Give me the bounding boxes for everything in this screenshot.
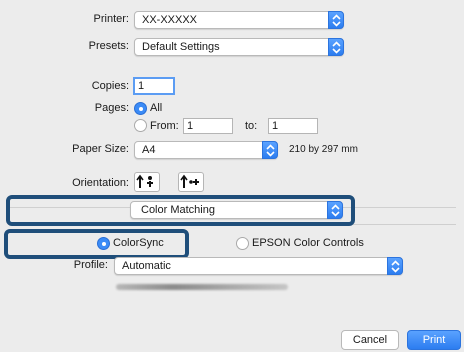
copies-label: Copies:	[91, 80, 129, 92]
pages-to-value: 1	[272, 120, 279, 132]
orientation-portrait-button[interactable]	[134, 172, 160, 192]
paper-size-stepper-icon	[262, 141, 278, 159]
pages-from-value: 1	[187, 120, 194, 132]
pages-from-label: From:	[150, 120, 179, 132]
colorsync-radio[interactable]	[97, 237, 110, 250]
profile-label: Profile:	[73, 259, 108, 271]
orientation-landscape-button[interactable]	[178, 172, 204, 192]
landscape-icon	[180, 174, 199, 188]
presets-popup[interactable]: Default Settings	[134, 38, 344, 56]
cancel-button[interactable]: Cancel	[341, 330, 399, 350]
portrait-icon	[136, 174, 153, 188]
pages-to-field[interactable]: 1	[268, 118, 318, 134]
paper-size-popup[interactable]: A4	[134, 141, 278, 159]
printer-value: XX-XXXXX	[142, 14, 198, 26]
copies-field[interactable]: 1	[133, 77, 175, 95]
profile-description	[116, 284, 288, 290]
pages-all-radio[interactable]	[134, 102, 147, 115]
panel-menu-value: Color Matching	[141, 204, 215, 216]
paper-size-dimensions: 210 by 297 mm	[289, 144, 358, 155]
paper-size-label: Paper Size:	[72, 143, 129, 155]
epson-color-controls-radio[interactable]	[236, 237, 249, 250]
colorsync-label: ColorSync	[113, 237, 164, 249]
presets-label: Presets:	[88, 40, 129, 52]
profile-value: Automatic	[122, 260, 171, 272]
copies-value: 1	[138, 80, 145, 92]
epson-color-controls-label: EPSON Color Controls	[252, 237, 364, 249]
pages-to-label: to:	[245, 120, 258, 132]
paper-size-value: A4	[142, 144, 156, 156]
printer-popup[interactable]: XX-XXXXX	[134, 11, 344, 29]
panel-menu-popup[interactable]: Color Matching	[130, 201, 343, 219]
presets-value: Default Settings	[142, 41, 220, 53]
printer-stepper-icon	[328, 11, 344, 29]
presets-stepper-icon	[328, 38, 344, 56]
printer-label: Printer:	[93, 13, 129, 25]
pages-from-radio[interactable]	[134, 119, 147, 132]
pages-all-label: All	[150, 102, 163, 114]
pages-from-field[interactable]: 1	[183, 118, 233, 134]
orientation-label: Orientation:	[72, 177, 129, 189]
print-button[interactable]: Print	[407, 330, 461, 350]
profile-popup[interactable]: Automatic	[114, 257, 403, 275]
profile-stepper-icon	[387, 257, 403, 275]
panel-menu-stepper-icon	[327, 201, 343, 219]
pages-label: Pages:	[94, 102, 129, 114]
